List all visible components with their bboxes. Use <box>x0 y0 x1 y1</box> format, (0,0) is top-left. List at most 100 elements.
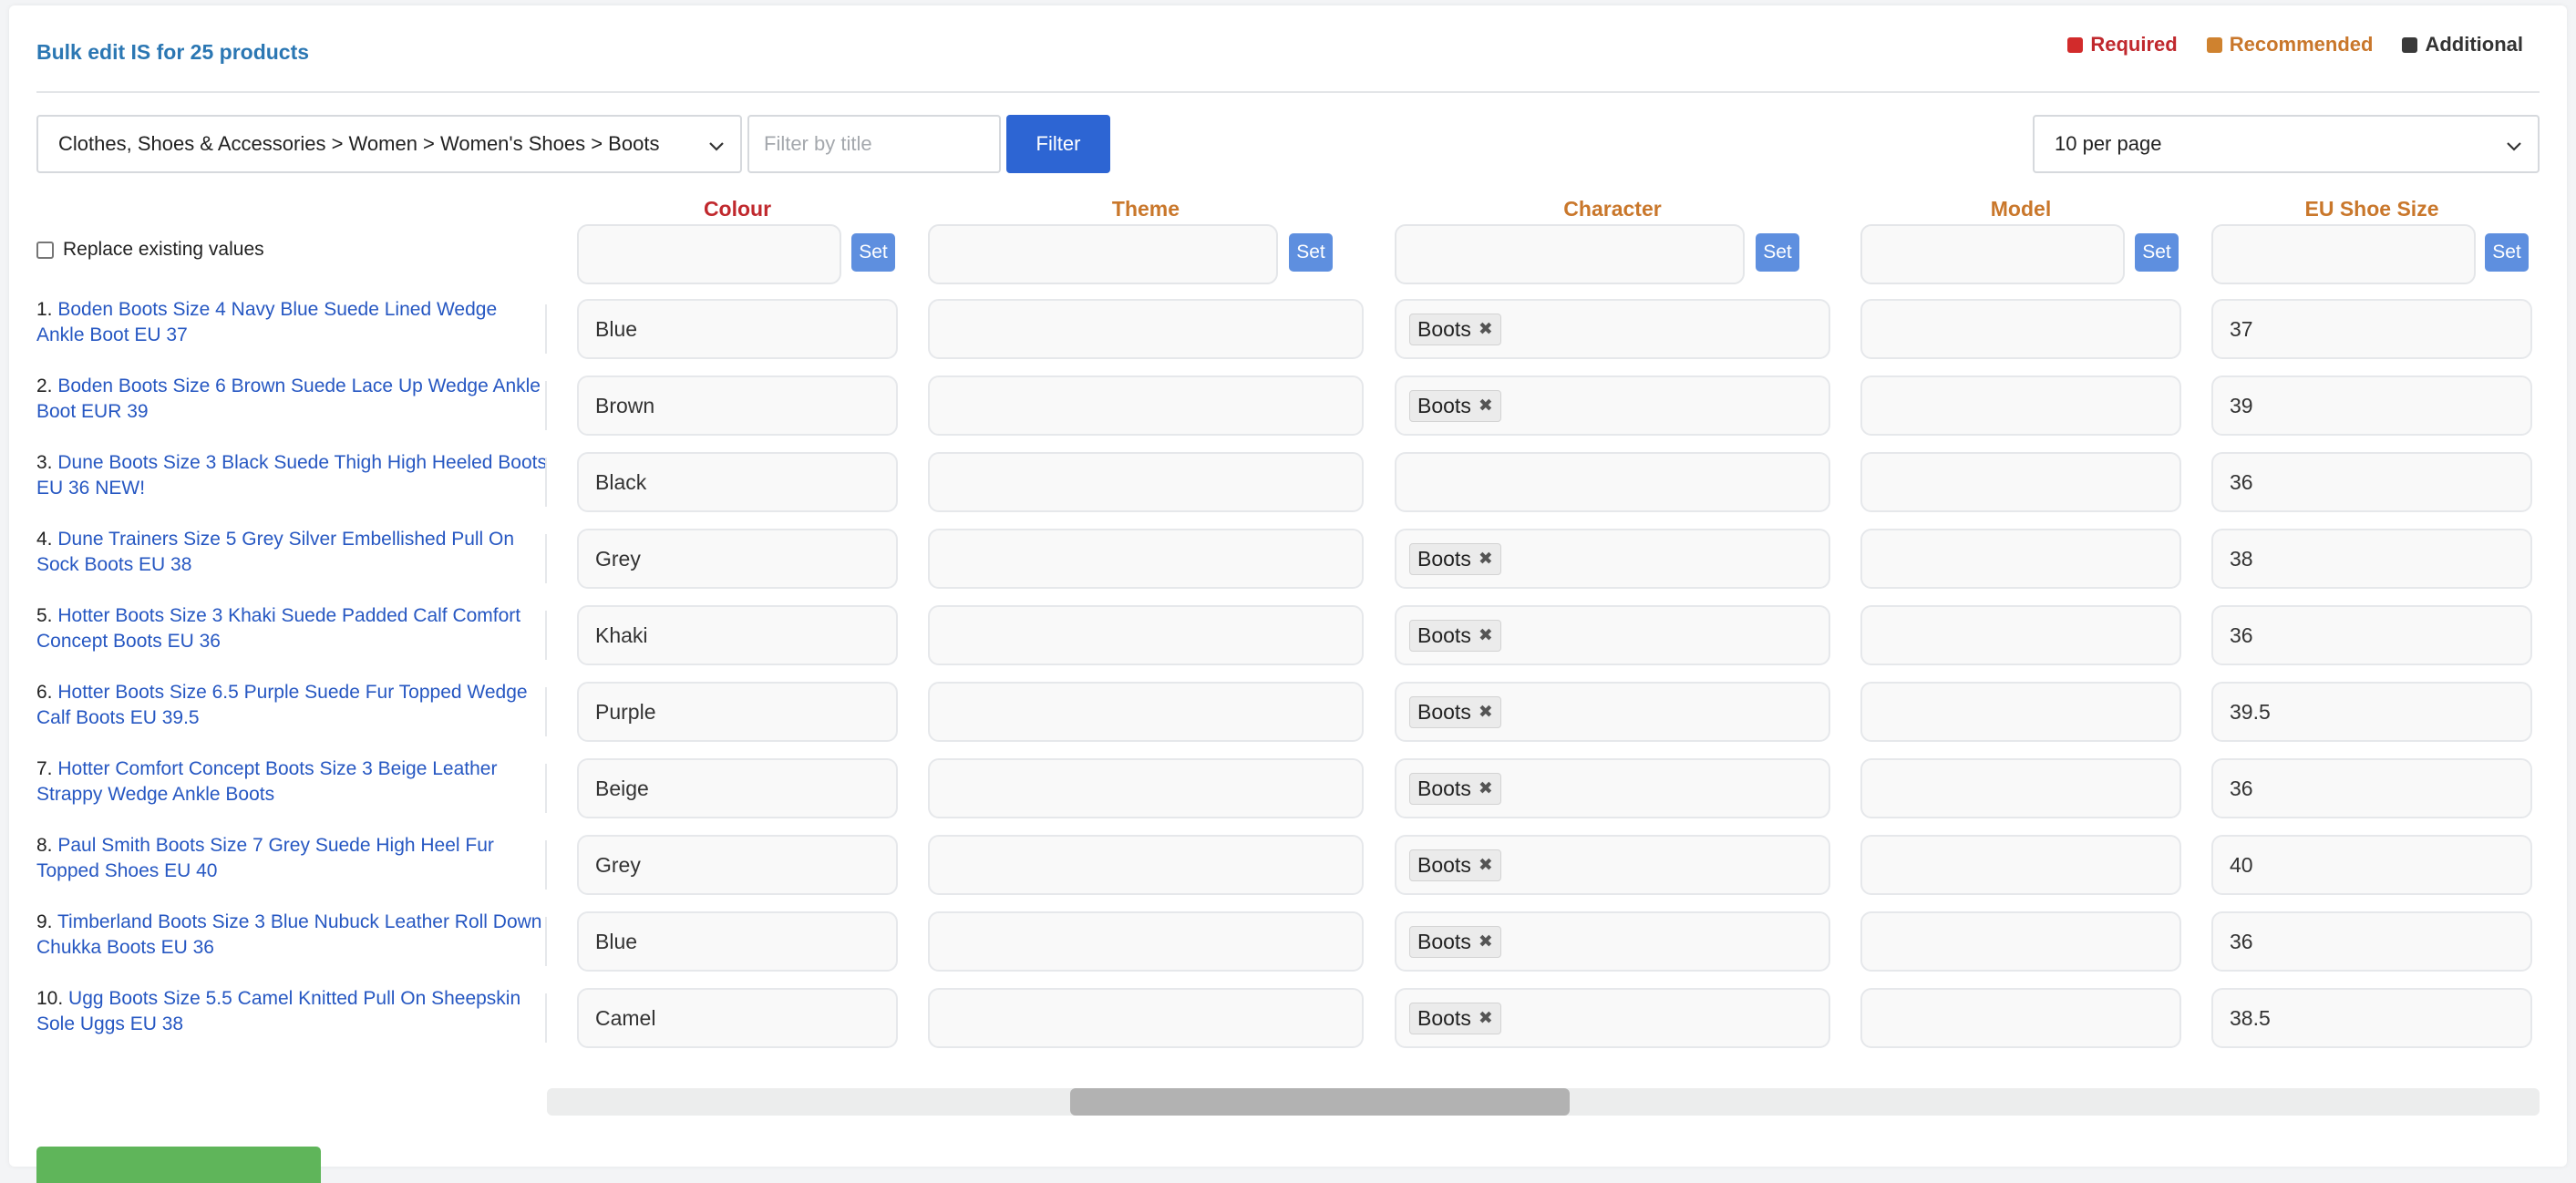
cell-theme[interactable] <box>928 375 1364 436</box>
cell-model[interactable] <box>1860 911 2181 972</box>
close-icon[interactable]: ✖ <box>1479 702 1493 723</box>
cell-model[interactable] <box>1860 682 2181 742</box>
product-title-link[interactable]: Timberland Boots Size 3 Blue Nubuck Leat… <box>36 911 541 958</box>
cell-colour[interactable]: Beige <box>577 758 898 818</box>
cell-theme[interactable] <box>928 758 1364 818</box>
cell-eu-shoe-size[interactable]: 36 <box>2211 452 2532 512</box>
cell-theme[interactable] <box>928 299 1364 359</box>
legend: Required Recommended Additional <box>2067 33 2523 57</box>
cell-value: Black <box>595 469 647 494</box>
cell-colour[interactable]: Blue <box>577 911 898 972</box>
cell-eu-shoe-size[interactable]: 38.5 <box>2211 988 2532 1048</box>
cell-model[interactable] <box>1860 375 2181 436</box>
product-title-link[interactable]: Hotter Boots Size 6.5 Purple Suede Fur T… <box>36 682 528 728</box>
cell-colour[interactable]: Khaki <box>577 605 898 665</box>
save-button[interactable] <box>36 1147 321 1183</box>
filter-button[interactable]: Filter <box>1006 115 1110 173</box>
cell-theme[interactable] <box>928 682 1364 742</box>
cell-eu-shoe-size[interactable]: 40 <box>2211 835 2532 895</box>
cell-character[interactable]: Boots ✖ <box>1395 911 1830 972</box>
cell-model[interactable] <box>1860 529 2181 589</box>
legend-additional: Additional <box>2402 33 2523 57</box>
product-title-link[interactable]: Boden Boots Size 6 Brown Suede Lace Up W… <box>36 375 541 422</box>
cell-character[interactable] <box>1395 452 1830 512</box>
cell-colour[interactable]: Black <box>577 452 898 512</box>
cell-character[interactable]: Boots ✖ <box>1395 375 1830 436</box>
product-title-link[interactable]: Ugg Boots Size 5.5 Camel Knitted Pull On… <box>36 988 520 1034</box>
product-title-link[interactable]: Paul Smith Boots Size 7 Grey Suede High … <box>36 835 494 881</box>
close-icon[interactable]: ✖ <box>1479 1008 1493 1029</box>
row-number: 3. <box>36 452 53 473</box>
cell-theme[interactable] <box>928 529 1364 589</box>
close-icon[interactable]: ✖ <box>1479 549 1493 570</box>
character-tag-label: Boots <box>1417 699 1471 724</box>
product-title-link[interactable]: Hotter Boots Size 3 Khaki Suede Padded C… <box>36 605 520 652</box>
cell-eu-shoe-size[interactable]: 36 <box>2211 758 2532 818</box>
replace-existing-values[interactable]: Replace existing values <box>36 239 264 261</box>
product-title-link[interactable]: Hotter Comfort Concept Boots Size 3 Beig… <box>36 758 497 805</box>
cell-character[interactable]: Boots ✖ <box>1395 835 1830 895</box>
product-title-link[interactable]: Boden Boots Size 4 Navy Blue Suede Lined… <box>36 299 497 345</box>
category-select[interactable]: Clothes, Shoes & Accessories > Women > W… <box>36 115 742 173</box>
cell-eu-shoe-size[interactable]: 36 <box>2211 605 2532 665</box>
cell-value: 38 <box>2230 546 2253 571</box>
set-button-model[interactable]: Set <box>2135 233 2179 272</box>
cell-eu-shoe-size[interactable]: 39 <box>2211 375 2532 436</box>
close-icon[interactable]: ✖ <box>1479 931 1493 952</box>
cell-eu-shoe-size[interactable]: 39.5 <box>2211 682 2532 742</box>
cell-theme[interactable] <box>928 911 1364 972</box>
cell-colour[interactable]: Blue <box>577 299 898 359</box>
replace-existing-checkbox[interactable] <box>36 241 54 259</box>
set-input-model[interactable] <box>1860 224 2125 284</box>
cell-model[interactable] <box>1860 988 2181 1048</box>
filter-title-input[interactable] <box>747 115 1001 173</box>
set-button-theme[interactable]: Set <box>1289 233 1333 272</box>
cell-colour[interactable]: Camel <box>577 988 898 1048</box>
set-button-colour[interactable]: Set <box>851 233 895 272</box>
product-row-title: 1. Boden Boots Size 4 Navy Blue Suede Li… <box>36 297 547 348</box>
row-separator <box>545 304 547 354</box>
cell-colour[interactable]: Purple <box>577 682 898 742</box>
cell-theme[interactable] <box>928 835 1364 895</box>
close-icon[interactable]: ✖ <box>1479 855 1493 876</box>
cell-theme[interactable] <box>928 605 1364 665</box>
cell-model[interactable] <box>1860 299 2181 359</box>
cell-eu-shoe-size[interactable]: 38 <box>2211 529 2532 589</box>
cell-eu-shoe-size[interactable]: 36 <box>2211 911 2532 972</box>
set-input-colour[interactable] <box>577 224 841 284</box>
row-separator <box>545 534 547 583</box>
cell-colour[interactable]: Grey <box>577 529 898 589</box>
cell-character[interactable]: Boots ✖ <box>1395 988 1830 1048</box>
per-page-select[interactable]: 10 per page <box>2033 115 2540 173</box>
cell-theme[interactable] <box>928 988 1364 1048</box>
close-icon[interactable]: ✖ <box>1479 396 1493 417</box>
cell-character[interactable]: Boots ✖ <box>1395 758 1830 818</box>
cell-eu-shoe-size[interactable]: 37 <box>2211 299 2532 359</box>
character-tag: Boots ✖ <box>1409 542 1501 575</box>
product-title-link[interactable]: Dune Trainers Size 5 Grey Silver Embelli… <box>36 529 514 575</box>
horizontal-scrollbar[interactable] <box>547 1088 2540 1116</box>
cell-theme[interactable] <box>928 452 1364 512</box>
close-icon[interactable]: ✖ <box>1479 778 1493 799</box>
set-button-eu-shoe-size[interactable]: Set <box>2485 233 2529 272</box>
cell-model[interactable] <box>1860 452 2181 512</box>
cell-model[interactable] <box>1860 835 2181 895</box>
cell-character[interactable]: Boots ✖ <box>1395 605 1830 665</box>
cell-model[interactable] <box>1860 605 2181 665</box>
cell-character[interactable]: Boots ✖ <box>1395 682 1830 742</box>
product-title-link[interactable]: Dune Boots Size 3 Black Suede Thigh High… <box>36 452 547 499</box>
legend-recommended: Recommended <box>2206 33 2373 57</box>
set-input-eu-shoe-size[interactable] <box>2211 224 2476 284</box>
cell-colour[interactable]: Brown <box>577 375 898 436</box>
close-icon[interactable]: ✖ <box>1479 319 1493 340</box>
cell-model[interactable] <box>1860 758 2181 818</box>
scrollbar-thumb[interactable] <box>1070 1088 1570 1116</box>
set-button-character[interactable]: Set <box>1756 233 1799 272</box>
cell-character[interactable]: Boots ✖ <box>1395 299 1830 359</box>
set-input-character[interactable] <box>1395 224 1745 284</box>
cell-character[interactable]: Boots ✖ <box>1395 529 1830 589</box>
row-number: 6. <box>36 682 53 703</box>
set-input-theme[interactable] <box>928 224 1278 284</box>
close-icon[interactable]: ✖ <box>1479 625 1493 646</box>
cell-colour[interactable]: Grey <box>577 835 898 895</box>
